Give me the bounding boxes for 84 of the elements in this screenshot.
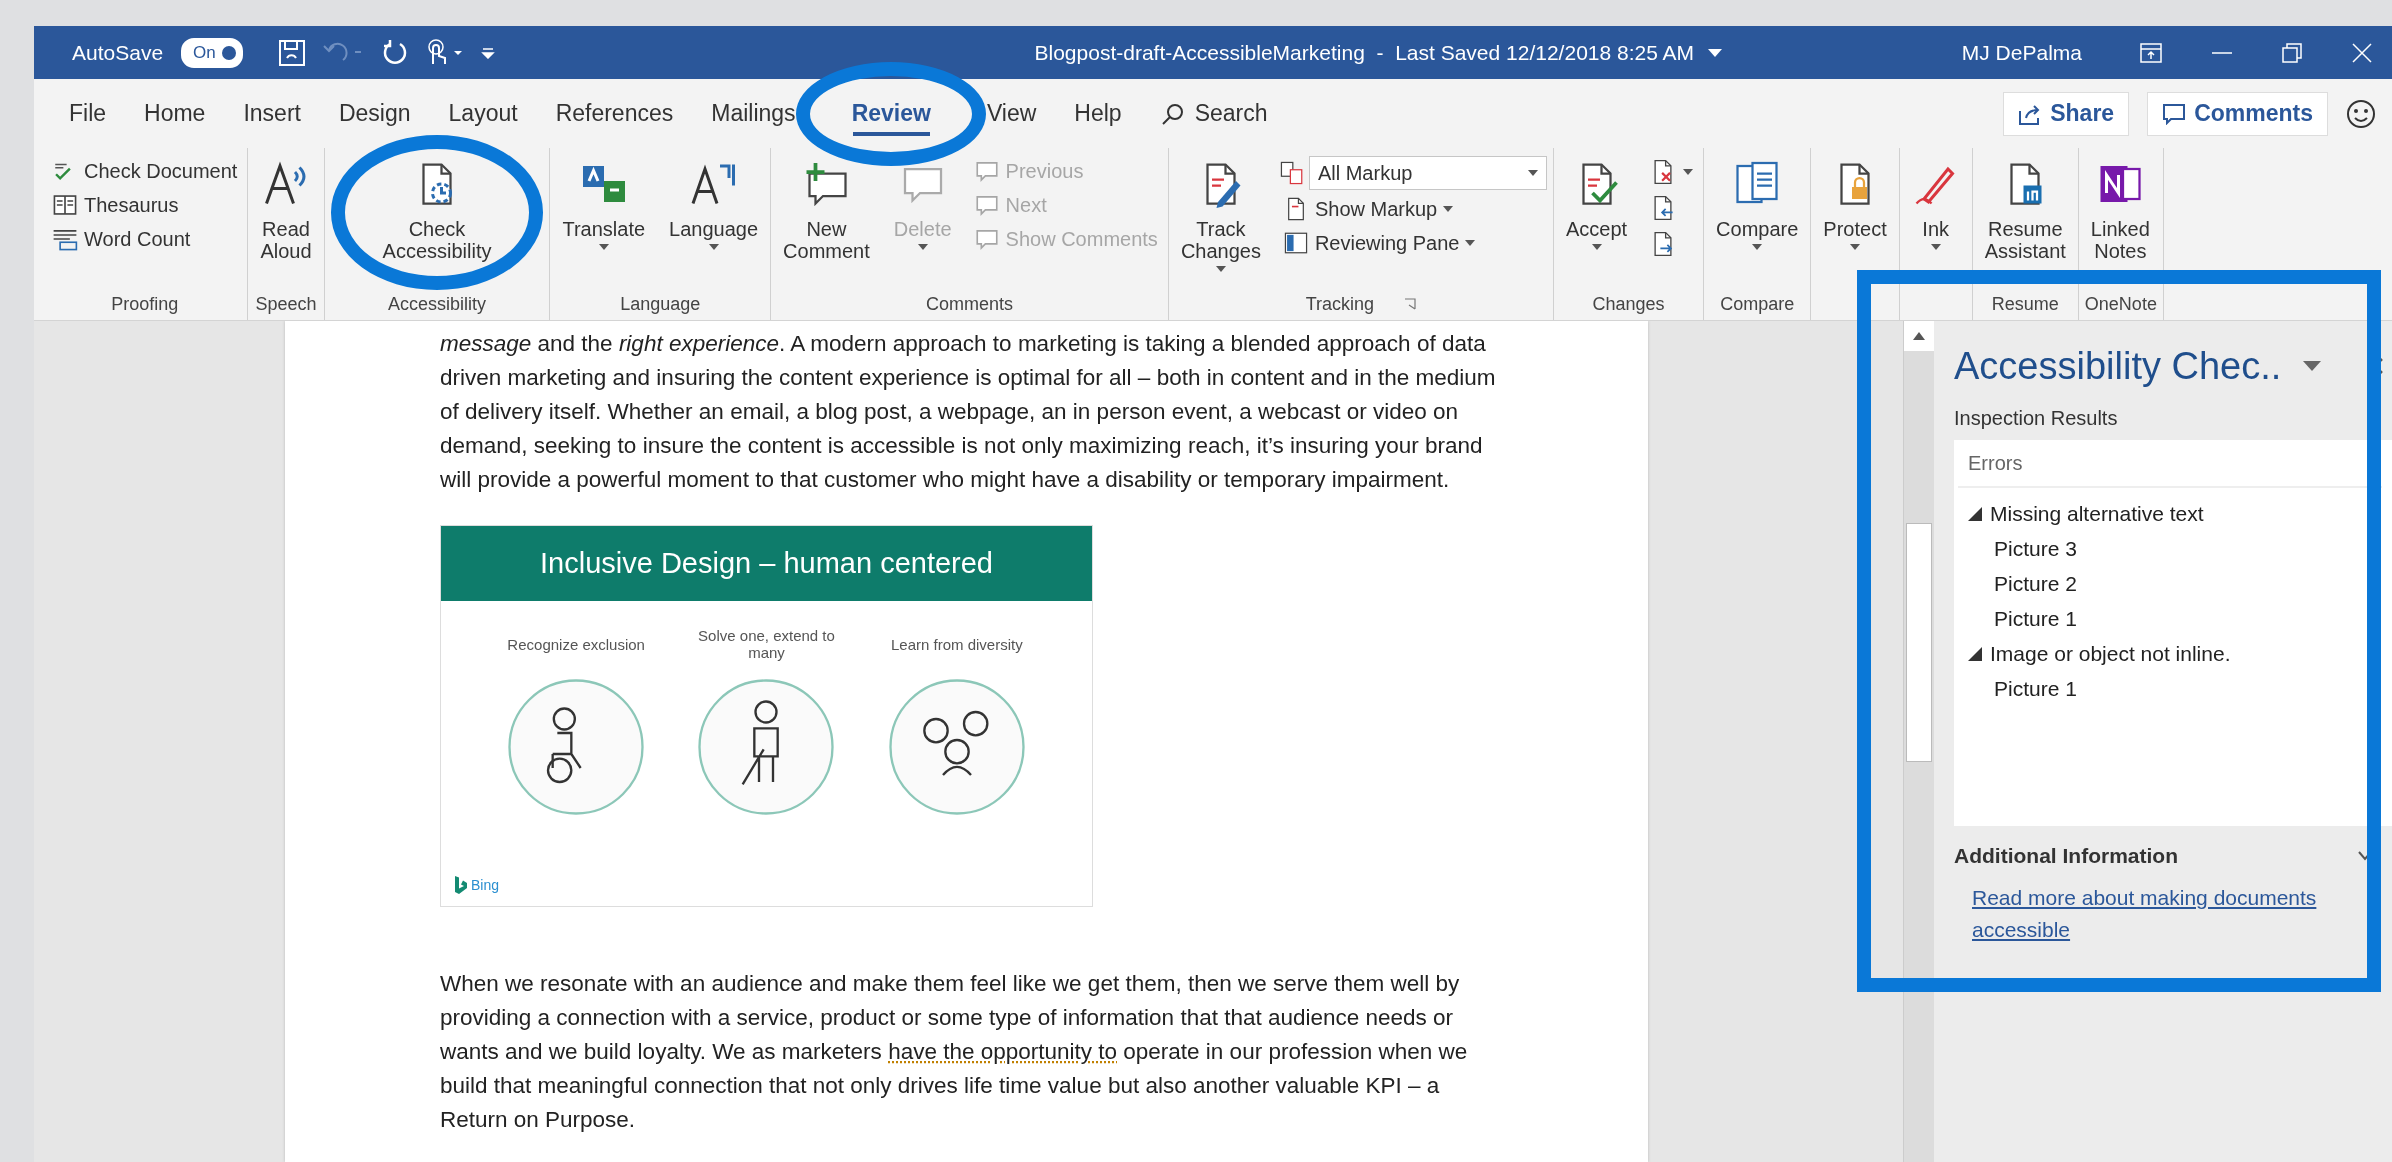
- section-label: Inspection Results: [1954, 407, 2119, 430]
- ribbon-tab[interactable]: File: [50, 79, 126, 148]
- logo-icon: [455, 876, 467, 894]
- search-icon[interactable]: [1160, 101, 1185, 126]
- group-label: Proofing: [111, 293, 179, 315]
- ribbon-tab[interactable]: Home: [125, 79, 225, 148]
- ribbon-tab[interactable]: Mailings: [692, 79, 815, 148]
- ribbon-button[interactable]: Word Count: [48, 224, 242, 254]
- user-name[interactable]: MJ DePalma: [1961, 40, 2082, 65]
- section-heading: Additional Information: [1954, 844, 2178, 868]
- ribbon-button[interactable]: Check Accessibility: [376, 156, 498, 266]
- help-link[interactable]: Read more about making documents accessible: [1972, 882, 2352, 946]
- issue-item[interactable]: Missing alternative text: [1968, 496, 2392, 531]
- ribbon-button[interactable]: Thesaurus: [48, 190, 242, 220]
- dialog-launcher-icon[interactable]: [1404, 298, 1417, 310]
- search-label[interactable]: Search: [1194, 100, 1268, 127]
- book-icon: [52, 192, 78, 218]
- markup-dropdown[interactable]: All Markup: [1308, 156, 1547, 190]
- minimize-icon[interactable]: [2212, 50, 2232, 55]
- ribbon-button[interactable]: Accept: [1559, 156, 1634, 254]
- expander-icon[interactable]: [1968, 506, 1982, 521]
- ribbon-button[interactable]: Linked Notes: [2084, 156, 2156, 266]
- markup-icon: [1278, 160, 1305, 186]
- caret-icon: [1527, 170, 1538, 176]
- ribbon-button[interactable]: Compare: [1710, 156, 1805, 254]
- group-label: Changes: [1592, 293, 1665, 315]
- group-label: Speech: [255, 293, 317, 315]
- ribbon-tab[interactable]: Layout: [429, 79, 537, 148]
- ribbon-display-icon[interactable]: [2140, 42, 2162, 63]
- customize-caret-icon[interactable]: [480, 46, 495, 59]
- caret-icon[interactable]: [2303, 361, 2322, 371]
- comments-button[interactable]: Comments: [2147, 91, 2328, 136]
- body-paragraph: message and the right experience. A modern approach to marketing is taking a blended approach of data driven marketing and insuring the content experience is optimal for all – both in content and in the medium of delivery itself. Whether an email, a blog post, a webpage, an in person event, a webcast or video on demand, seeking to insure the content is accessible is not only maximizing reach, it’s insuring your brand will provide a powerful moment to that customer who might have a disability or temporary impairment.: [440, 330, 1497, 494]
- ribbon-tab[interactable]: Help: [1055, 79, 1141, 148]
- group-label: Accessibility: [388, 293, 487, 315]
- issue-object-item[interactable]: Picture 1: [1968, 671, 2392, 706]
- save-icon[interactable]: [276, 37, 307, 68]
- share-button[interactable]: Share: [2003, 91, 2130, 136]
- ribbon-button[interactable]: Show Markup: [1278, 194, 1547, 224]
- autosave-label: AutoSave: [72, 40, 164, 65]
- group-label: OneNote: [2084, 293, 2157, 315]
- ribbon-tab[interactable]: Review: [832, 79, 950, 148]
- group-label: Resume: [1991, 293, 2059, 315]
- ribbon-tab[interactable]: View: [967, 79, 1056, 148]
- comment-icon: [2162, 102, 2187, 125]
- group-label: Compare: [1720, 293, 1795, 315]
- ribbon-button[interactable]: Track Changes: [1174, 156, 1267, 276]
- group-label: Tracking: [1305, 293, 1375, 315]
- image-caption: Recognize exclusion: [506, 634, 646, 655]
- issue-object-item[interactable]: Picture 3: [1968, 531, 2392, 566]
- pane-icon: [1282, 230, 1309, 256]
- ribbon-tab[interactable]: Insert: [224, 79, 320, 148]
- group-label: Comments: [925, 293, 1013, 315]
- ribbon-tab[interactable]: References: [536, 79, 693, 148]
- ribbon-button[interactable]: Ink: [1905, 156, 1966, 254]
- ribbon-button[interactable]: New Comment: [777, 156, 876, 266]
- pane-title: Accessibility Chec..: [1954, 344, 2282, 388]
- image-caption: Solve one, extend to many: [697, 626, 836, 663]
- brand-label: Bing: [471, 877, 500, 893]
- group-label: Language: [620, 293, 701, 315]
- list-header: Errors: [1968, 451, 2023, 475]
- image-caption: Learn from diversity: [889, 634, 1024, 655]
- issue-object-item[interactable]: Picture 1: [1968, 601, 2392, 636]
- ribbon-button[interactable]: Translate: [556, 156, 652, 254]
- caret-icon[interactable]: [1708, 48, 1723, 57]
- window-title: Blogpost-draft-AccessibleMarketing - Last Saved 12/12/2018 8:25 AM: [1034, 40, 1695, 65]
- ribbon-button[interactable]: Language: [663, 156, 765, 254]
- body-paragraph: When we resonate with an audience and make them feel like we get them, then we serve them well by providing a connection with a service, product or some type of information that that audience needs or wants and we build loyalty. We as marketers have the opportunity to operate in our profession when we build that meaningful connection that not only drives life time value but also another valuable KPI – a Return on Purpose.: [440, 970, 1469, 1134]
- scroll-thumb[interactable]: [1906, 523, 1932, 762]
- ribbon-button[interactable]: Resume Assistant: [1978, 156, 2072, 266]
- issue-item[interactable]: Image or object not inline.: [1968, 636, 2392, 671]
- smiley-icon[interactable]: [2346, 98, 2376, 129]
- scroll-up-icon[interactable]: [1913, 332, 1925, 340]
- ribbon-button[interactable]: Check Document: [48, 156, 242, 186]
- restore-icon[interactable]: [2282, 42, 2302, 63]
- ribbon-tab[interactable]: Design: [319, 79, 430, 148]
- ribbon-button[interactable]: Protect: [1817, 156, 1893, 254]
- issue-object-item[interactable]: Picture 2: [1968, 566, 2392, 601]
- ribbon-button[interactable]: Reviewing Pane: [1278, 228, 1547, 258]
- expander-icon[interactable]: [1968, 646, 1982, 661]
- autosave-toggle[interactable]: On: [181, 37, 243, 68]
- image-title: Inclusive Design – human centered: [540, 547, 993, 580]
- vertical-scrollbar[interactable]: [1903, 321, 1934, 1162]
- ribbon-button[interactable]: Read Aloud: [254, 156, 318, 266]
